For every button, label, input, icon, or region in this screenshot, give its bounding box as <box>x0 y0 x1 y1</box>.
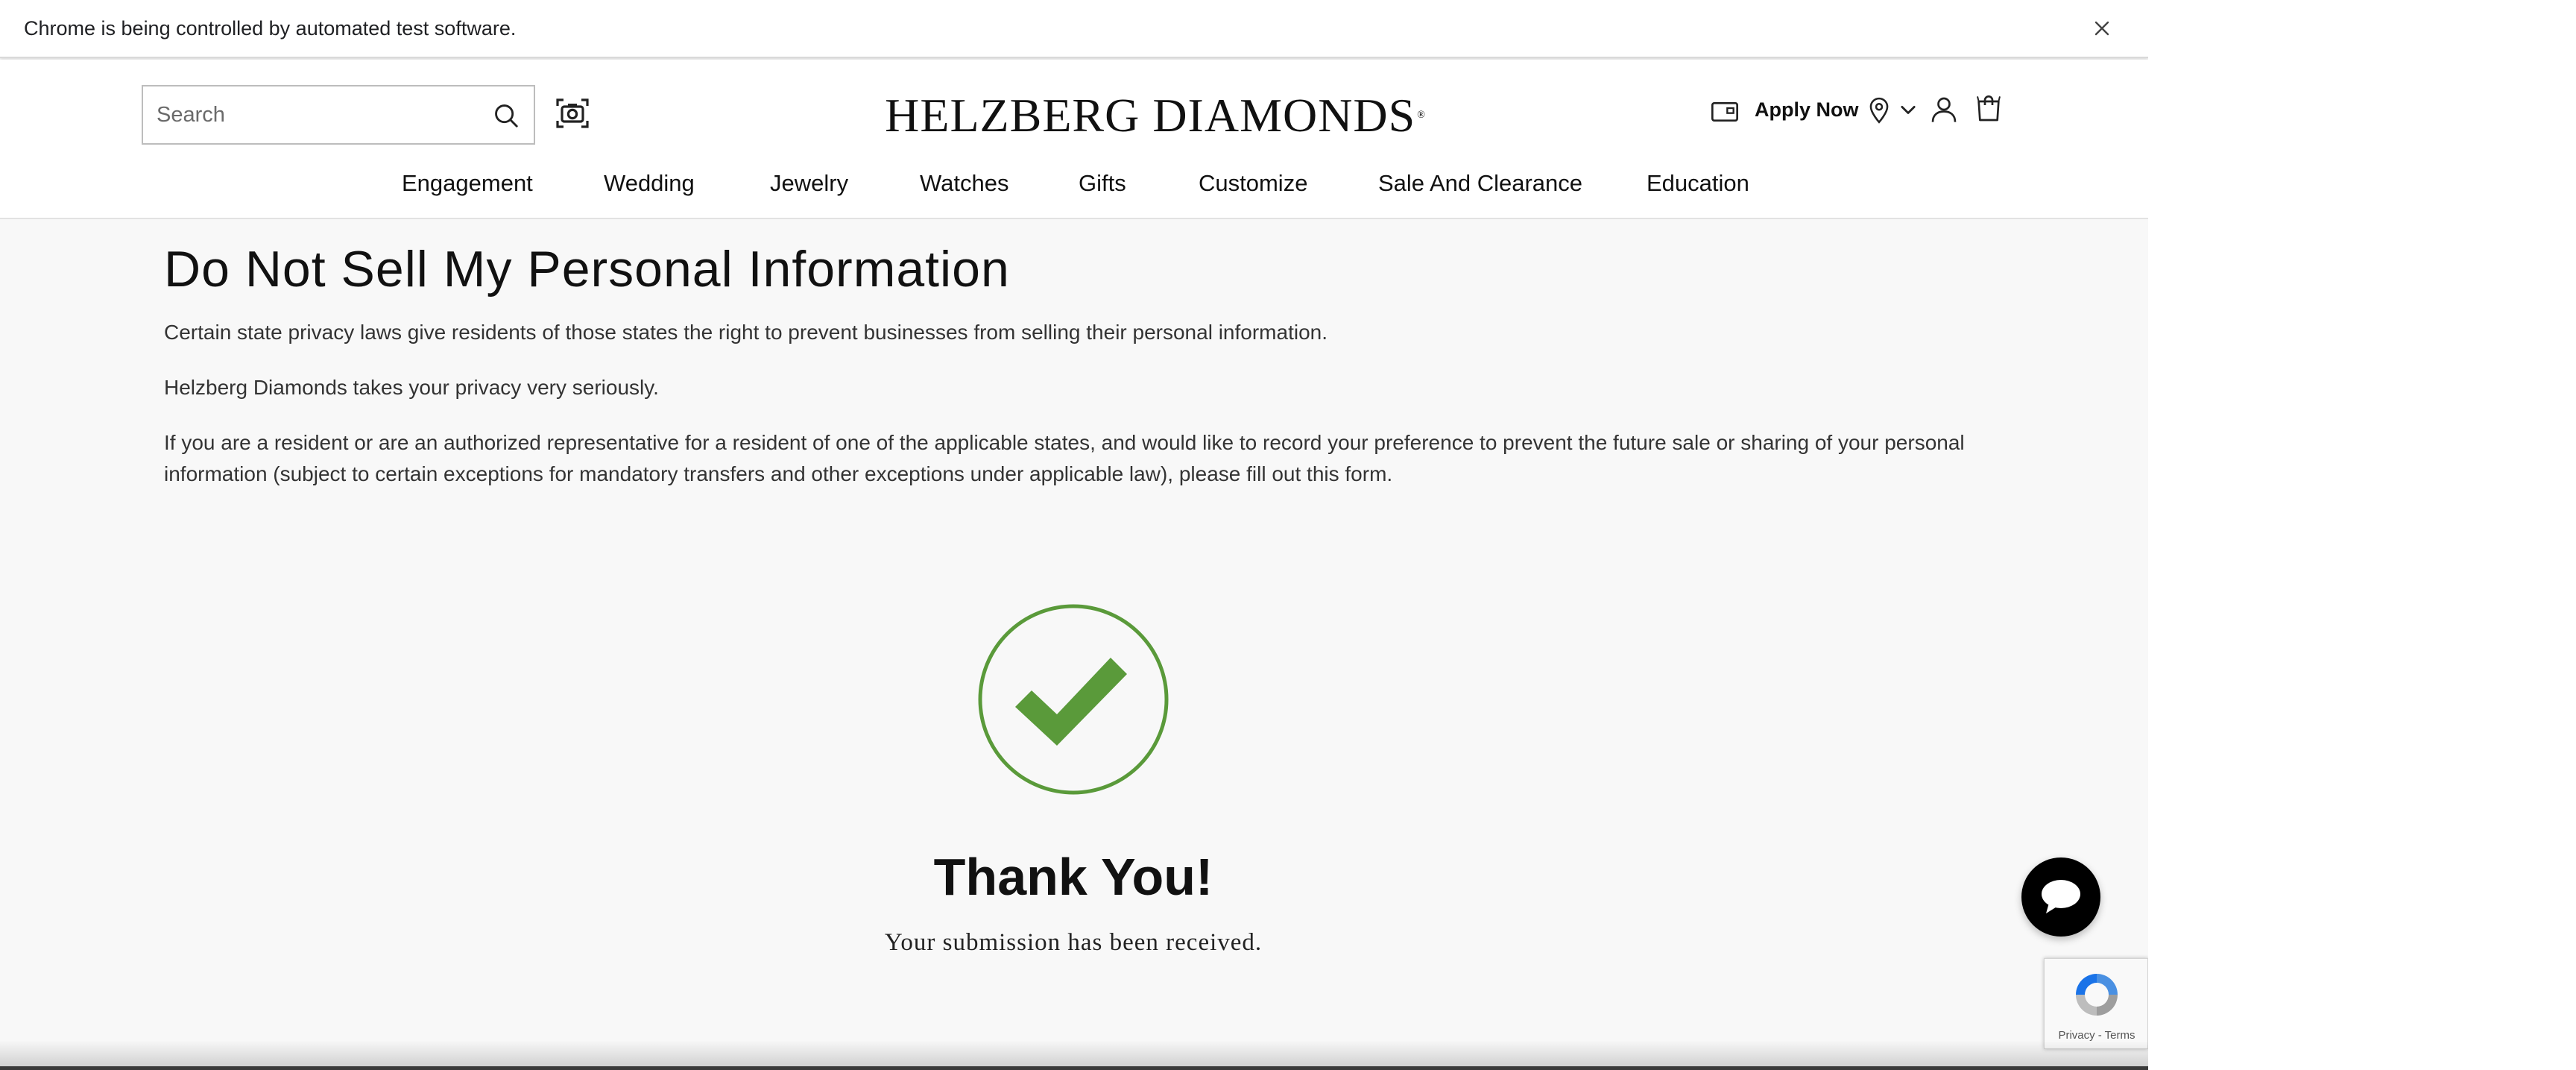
recaptcha-icon <box>2076 974 2118 1016</box>
privacy-paragraph-2: Helzberg Diamonds takes your privacy ver… <box>164 376 659 399</box>
cart-icon[interactable] <box>1974 92 2004 125</box>
recaptcha-badge[interactable]: Privacy - Terms <box>2044 958 2148 1049</box>
search-field[interactable] <box>142 85 535 145</box>
chevron-down-icon[interactable] <box>1898 100 1919 121</box>
privacy-paragraph-3: If you are a resident or are an authoriz… <box>164 431 1965 485</box>
privacy-paragraph-1: Certain state privacy laws give resident… <box>164 321 1328 344</box>
nav-item-wedding[interactable]: Wedding <box>604 170 695 197</box>
checkmark-icon <box>978 604 1169 795</box>
site-header: HELZBERG DIAMONDS® Apply Now Engagement … <box>0 60 2148 219</box>
thank-you-heading: Thank You! <box>933 848 1213 906</box>
nav-item-customize[interactable]: Customize <box>1199 170 1307 197</box>
user-icon[interactable] <box>1929 94 1959 125</box>
site-logo[interactable]: HELZBERG DIAMONDS ® <box>857 89 1453 142</box>
nav-item-watches[interactable]: Watches <box>920 170 1008 197</box>
search-input[interactable] <box>157 102 484 128</box>
nav-item-sale-and-clearance[interactable]: Sale And Clearance <box>1378 170 1582 197</box>
card-icon[interactable] <box>1710 97 1740 127</box>
browser-window: Chrome is being controlled by automated … <box>0 0 2148 1070</box>
nav-item-gifts[interactable]: Gifts <box>1079 170 1126 197</box>
nav-item-jewelry[interactable]: Jewelry <box>770 170 848 197</box>
automation-infobar: Chrome is being controlled by automated … <box>0 0 2148 58</box>
logo-registered-mark: ® <box>1417 110 1426 121</box>
chat-button[interactable] <box>2021 857 2100 937</box>
bottom-shadow <box>0 1040 2148 1070</box>
main-navigation: Engagement Wedding Jewelry Watches Gifts… <box>0 170 2148 207</box>
automation-message: Chrome is being controlled by automated … <box>24 16 517 40</box>
apply-now-link[interactable]: Apply Now <box>1755 98 1859 122</box>
location-pin-icon[interactable] <box>1865 95 1893 125</box>
desktop-background <box>2148 0 2576 1070</box>
window-bottom-edge <box>0 1066 2148 1070</box>
chat-icon <box>2042 880 2080 913</box>
search-icon[interactable] <box>492 101 520 130</box>
submission-received-message: Your submission has been received. <box>884 929 1263 956</box>
page-title: Do Not Sell My Personal Information <box>164 241 1010 298</box>
camera-icon[interactable] <box>555 95 590 131</box>
logo-text: HELZBERG DIAMONDS <box>885 89 1416 142</box>
nav-item-education[interactable]: Education <box>1647 170 1749 197</box>
close-icon[interactable] <box>2087 13 2117 43</box>
nav-item-engagement[interactable]: Engagement <box>402 170 533 197</box>
